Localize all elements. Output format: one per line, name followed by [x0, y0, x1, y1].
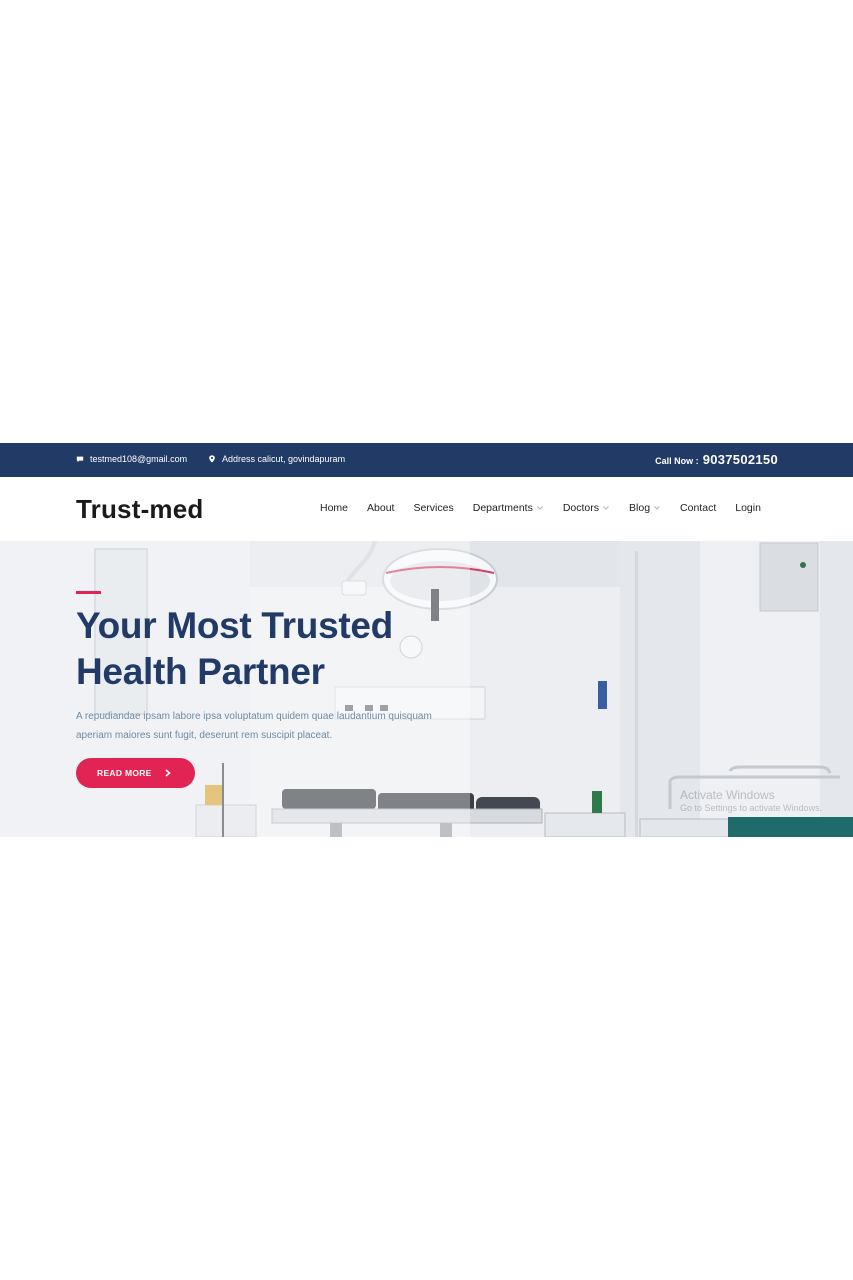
email-text: testmed108@gmail.com	[90, 454, 188, 464]
nav-item-about[interactable]: About	[367, 502, 394, 514]
nav-item-blog[interactable]: Blog	[629, 502, 661, 514]
nav-item-label: About	[367, 502, 395, 514]
hero-title-line-2: Health Partner	[76, 651, 325, 692]
nav-item-contact[interactable]: Contact	[680, 502, 716, 514]
chat-icon	[76, 456, 84, 463]
map-pin-icon	[209, 455, 215, 463]
nav-item-label: Contact	[680, 502, 717, 514]
nav-item-login[interactable]: Login	[735, 502, 761, 514]
chevron-down-icon	[603, 506, 609, 510]
website-frame: testmed108@gmail.com Address calicut, go…	[0, 443, 853, 837]
main-nav: Home About Services Departments Doctors Blog C…	[320, 502, 761, 514]
brand-logo[interactable]: Trust-med	[76, 494, 203, 525]
address-text: Address calicut, govindapuram	[222, 454, 346, 464]
activate-windows-subtext: Go to Settings to activate Windows.	[680, 803, 823, 813]
hero-description: A repudiandae ipsam labore ipsa voluptat…	[76, 711, 432, 741]
read-more-button[interactable]: READ MORE	[76, 758, 195, 788]
hero-title: Your Most Trusted Health Partner	[76, 603, 456, 695]
chevron-right-icon	[165, 769, 171, 777]
nav-item-label: Blog	[629, 502, 651, 514]
call-now[interactable]: Call Now : 9037502150	[655, 452, 778, 467]
call-label: Call Now :	[655, 456, 699, 466]
email-contact[interactable]: testmed108@gmail.com	[76, 454, 187, 464]
chevron-down-icon	[654, 506, 660, 510]
nav-item-label: Doctors	[562, 502, 600, 514]
activate-windows-watermark: Activate Windows	[680, 788, 775, 802]
nav-item-doctors[interactable]: Doctors	[563, 502, 610, 514]
hero-accent-line	[76, 591, 101, 594]
nav-item-label: Services	[413, 502, 454, 514]
address-contact: Address calicut, govindapuram	[208, 454, 345, 464]
nav-item-departments[interactable]: Departments	[473, 502, 544, 514]
nav-item-label: Login	[735, 502, 761, 514]
chevron-down-icon	[536, 506, 543, 510]
phone-number[interactable]: 9037502150	[703, 452, 778, 467]
nav-item-label: Home	[320, 502, 349, 514]
hero-banner: Your Most Trusted Health Partner A repud…	[0, 541, 853, 837]
hero-title-line-1: Your Most Trusted	[76, 605, 393, 646]
read-more-label: READ MORE	[97, 768, 152, 778]
navbar: Trust-med Home About Services Departments Do…	[0, 477, 853, 541]
top-bar: testmed108@gmail.com Address calicut, go…	[0, 443, 853, 477]
nav-item-label: Departments	[472, 502, 533, 514]
nav-item-home[interactable]: Home	[320, 502, 348, 514]
nav-item-services[interactable]: Services	[413, 502, 453, 514]
